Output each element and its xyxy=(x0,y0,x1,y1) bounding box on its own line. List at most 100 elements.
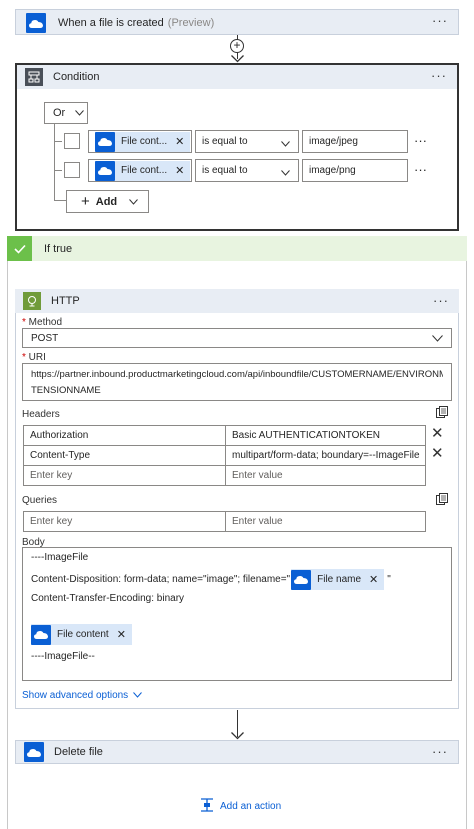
delete-file-card[interactable]: Delete file ··· xyxy=(15,740,459,764)
condition-header[interactable]: Condition xyxy=(17,65,457,89)
onedrive-icon xyxy=(31,624,51,645)
trigger-more-icon[interactable]: ··· xyxy=(432,10,448,32)
remove-token-icon[interactable]: ✕ xyxy=(369,573,378,586)
method-label: * Method xyxy=(22,317,63,328)
query-value-field[interactable]: Enter value xyxy=(225,511,426,532)
header-value: Basic AUTHENTICATIONTOKEN xyxy=(232,430,380,441)
query-key-field[interactable]: Enter key xyxy=(23,511,226,532)
file-content-token[interactable]: File cont... ✕ xyxy=(95,160,191,181)
show-advanced-link[interactable]: Show advanced options xyxy=(22,690,143,701)
file-content-token[interactable]: File cont... ✕ xyxy=(95,131,191,152)
remove-header-icon[interactable]: ✕ xyxy=(431,446,444,461)
condition-value-field[interactable]: image/png xyxy=(302,159,408,182)
header-key-field[interactable]: Content-Type xyxy=(23,445,226,466)
http-header[interactable]: HTTP ··· xyxy=(15,289,459,313)
body-line-1: ----ImageFile xyxy=(31,552,89,563)
condition-value: image/png xyxy=(309,165,356,176)
file-content-token[interactable]: File content ✕ xyxy=(31,624,132,645)
iftrue-header[interactable]: If true xyxy=(7,236,467,261)
body-line-2: Content-Disposition: form-data; name="im… xyxy=(31,569,391,590)
queries-label: Queries xyxy=(22,495,58,506)
method-dropdown[interactable]: POST xyxy=(22,328,452,348)
header-key-field[interactable]: Authorization xyxy=(23,425,226,446)
uri-label: * URI xyxy=(22,352,46,363)
add-action-button[interactable]: Add an action xyxy=(200,798,281,815)
key-placeholder: Enter key xyxy=(30,516,73,527)
chevron-down-icon xyxy=(281,168,290,179)
body-line-2a: Content-Disposition: form-data; name="im… xyxy=(31,574,291,585)
token-label: File cont... xyxy=(121,165,168,176)
trigger-card[interactable]: When a file is created (Preview) ··· xyxy=(15,9,459,35)
operator-label: is equal to xyxy=(202,136,248,147)
header-key: Authorization xyxy=(30,430,89,441)
token-label: File content xyxy=(57,629,109,640)
uri-field[interactable]: https://partner.inbound.productmarketing… xyxy=(22,363,452,401)
value-placeholder: Enter value xyxy=(232,516,283,527)
header-value-field[interactable]: multipart/form-data; boundary=--ImageFil… xyxy=(225,445,426,466)
remove-token-icon[interactable]: ✕ xyxy=(117,628,126,641)
body-line-2b: " xyxy=(387,574,391,585)
row-checkbox[interactable] xyxy=(64,133,80,149)
condition-more-icon[interactable]: ··· xyxy=(431,65,447,87)
remove-token-icon[interactable]: ✕ xyxy=(175,164,184,177)
onedrive-icon xyxy=(95,131,115,152)
tree-branch xyxy=(54,141,62,142)
header-value-field[interactable]: Basic AUTHENTICATIONTOKEN xyxy=(225,425,426,446)
add-action-label: Add an action xyxy=(220,801,282,812)
tree-line xyxy=(54,124,55,200)
onedrive-icon xyxy=(95,160,115,181)
show-advanced-label: Show advanced options xyxy=(22,690,129,701)
tree-branch xyxy=(54,170,62,171)
row-more-icon[interactable]: ··· xyxy=(414,133,427,148)
row-more-icon[interactable]: ··· xyxy=(414,162,427,177)
condition-icon xyxy=(25,68,43,86)
remove-token-icon[interactable]: ✕ xyxy=(175,135,184,148)
header-value-field[interactable]: Enter value xyxy=(225,465,426,486)
switch-text-mode-icon[interactable] xyxy=(436,493,448,508)
http-more-icon[interactable]: ··· xyxy=(433,289,449,313)
operator-dropdown[interactable]: is equal to xyxy=(195,130,299,153)
operator-label: is equal to xyxy=(202,165,248,176)
delete-more-icon[interactable]: ··· xyxy=(432,741,448,763)
http-title: HTTP xyxy=(51,295,80,307)
condition-left-field[interactable]: File cont... ✕ xyxy=(88,130,192,153)
trigger-preview: (Preview) xyxy=(167,17,215,29)
body-line-4: ----ImageFile-- xyxy=(31,651,95,662)
condition-left-field[interactable]: File cont... ✕ xyxy=(88,159,192,182)
header-value: multipart/form-data; boundary=--ImageFil… xyxy=(232,450,420,461)
header-key-field[interactable]: Enter key xyxy=(23,465,226,486)
onedrive-icon xyxy=(26,13,46,33)
tree-branch xyxy=(54,200,66,201)
value-placeholder: Enter value xyxy=(232,470,283,481)
file-name-token[interactable]: File name ✕ xyxy=(291,569,385,590)
method-value: POST xyxy=(31,332,59,344)
headers-label: Headers xyxy=(22,409,60,420)
trigger-title: When a file is created xyxy=(58,17,164,29)
uri-line-1: https://partner.inbound.productmarketing… xyxy=(31,369,443,380)
key-placeholder: Enter key xyxy=(30,470,73,481)
body-token-line: File content ✕ xyxy=(31,624,132,645)
http-globe-icon xyxy=(23,292,41,310)
delete-file-title: Delete file xyxy=(54,746,103,758)
chevron-down-icon xyxy=(129,196,139,208)
chevron-down-icon xyxy=(133,690,143,701)
body-line-3: Content-Transfer-Encoding: binary xyxy=(31,593,185,604)
body-field[interactable]: ----ImageFile Content-Disposition: form-… xyxy=(22,547,452,681)
condition-value-field[interactable]: image/jpeg xyxy=(302,130,408,153)
remove-header-icon[interactable]: ✕ xyxy=(431,426,444,441)
row-checkbox[interactable] xyxy=(64,162,80,178)
chevron-down-icon xyxy=(281,139,290,150)
insert-step-icon[interactable]: + xyxy=(230,39,244,53)
chevron-down-icon xyxy=(75,107,85,119)
add-label: Add xyxy=(95,195,118,208)
uri-line-2: TENSIONNAME xyxy=(31,385,101,396)
or-dropdown[interactable]: Or xyxy=(44,102,88,124)
onedrive-icon xyxy=(24,742,44,762)
operator-dropdown[interactable]: is equal to xyxy=(195,159,299,182)
check-icon xyxy=(7,236,32,261)
condition-title: Condition xyxy=(53,71,100,83)
add-action-icon xyxy=(200,798,214,815)
switch-text-mode-icon[interactable] xyxy=(436,406,448,421)
add-button[interactable]: + Add xyxy=(66,190,149,213)
condition-value: image/jpeg xyxy=(309,136,358,147)
